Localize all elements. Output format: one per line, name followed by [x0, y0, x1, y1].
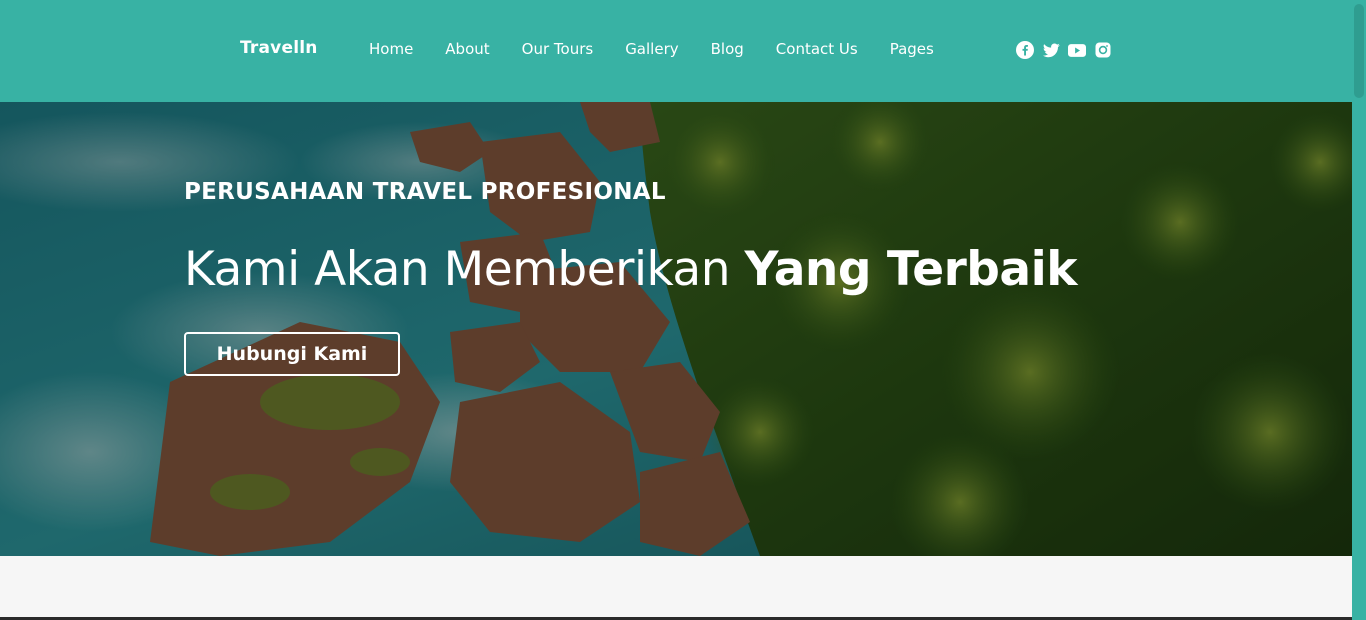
youtube-icon[interactable] [1068, 41, 1086, 59]
nav-link-contact-us[interactable]: Contact Us [776, 40, 858, 58]
twitter-icon[interactable] [1042, 41, 1060, 59]
hero-title-light: Kami Akan Memberikan [184, 242, 745, 297]
nav-link-blog[interactable]: Blog [711, 40, 744, 58]
nav-link-gallery[interactable]: Gallery [625, 40, 678, 58]
facebook-icon[interactable] [1016, 41, 1034, 59]
nav-link-about[interactable]: About [445, 40, 489, 58]
brand-logo[interactable]: Travelln [240, 38, 318, 58]
scrollbar-thumb[interactable] [1354, 4, 1364, 98]
hero-eyebrow: PERUSAHAAN TRAVEL PROFESIONAL [184, 179, 666, 205]
contact-us-button[interactable]: Hubungi Kami [184, 332, 400, 376]
nav-link-our-tours[interactable]: Our Tours [522, 40, 594, 58]
nav-link-home[interactable]: Home [369, 40, 413, 58]
page: Travelln Home About Our Tours Gallery Bl… [0, 0, 1366, 620]
hero-title: Kami Akan Memberikan Yang Terbaik [184, 242, 1077, 297]
main-nav: Home About Our Tours Gallery Blog Contac… [369, 40, 966, 58]
hero-title-bold: Yang Terbaik [744, 242, 1077, 297]
hero-section: PERUSAHAAN TRAVEL PROFESIONAL Kami Akan … [0, 102, 1352, 556]
nav-link-pages[interactable]: Pages [890, 40, 934, 58]
instagram-icon[interactable] [1094, 41, 1112, 59]
hero-overlay [0, 102, 1352, 556]
content-area [0, 556, 1352, 620]
navbar: Travelln Home About Our Tours Gallery Bl… [0, 0, 1352, 102]
social-links [1016, 41, 1112, 59]
